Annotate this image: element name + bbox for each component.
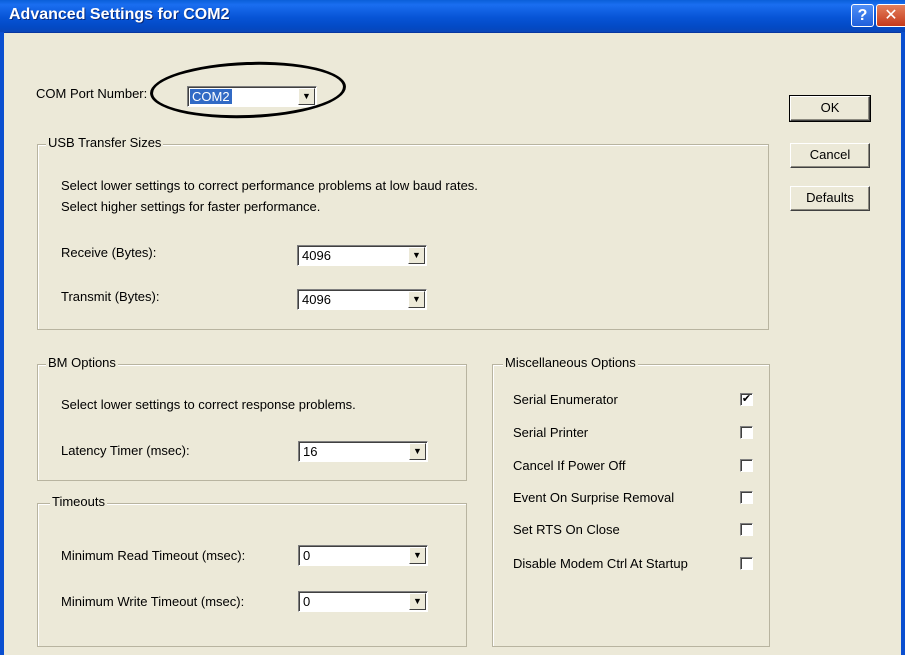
chevron-down-icon[interactable]: ▼ — [409, 547, 426, 564]
min-write-timeout-select[interactable]: 0 ▼ — [298, 591, 428, 612]
cancel-button[interactable]: Cancel — [790, 143, 870, 168]
transmit-label: Transmit (Bytes): — [61, 289, 160, 304]
window-title: Advanced Settings for COM2 — [9, 6, 230, 23]
bm-options-title: BM Options — [46, 355, 118, 370]
window-frame-right — [901, 32, 905, 655]
misc-option-label: Serial Enumerator — [513, 392, 618, 407]
misc-option-label: Set RTS On Close — [513, 522, 620, 537]
chevron-down-icon[interactable]: ▼ — [409, 593, 426, 610]
window-frame-left — [0, 32, 4, 655]
bm-options-desc: Select lower settings to correct respons… — [61, 397, 356, 412]
transmit-value: 4096 — [302, 292, 331, 307]
min-write-timeout-value: 0 — [303, 594, 311, 609]
serial-enumerator-checkbox[interactable]: ✔ — [740, 393, 753, 406]
min-write-timeout-label: Minimum Write Timeout (msec): — [61, 594, 245, 609]
timeouts-group — [37, 503, 467, 647]
hand-drawn-annotation-circle — [149, 58, 347, 122]
usb-transfer-title: USB Transfer Sizes — [46, 135, 164, 150]
help-icon: ? — [857, 7, 868, 24]
disable-modem-ctrl-checkbox[interactable] — [740, 557, 753, 570]
min-read-timeout-label: Minimum Read Timeout (msec): — [61, 548, 246, 563]
bm-options-group — [37, 364, 467, 481]
min-read-timeout-value: 0 — [303, 548, 311, 563]
defaults-button[interactable]: Defaults — [790, 186, 870, 211]
receive-value: 4096 — [302, 248, 331, 263]
latency-timer-select[interactable]: 16 ▼ — [298, 441, 428, 462]
transmit-select[interactable]: 4096 ▼ — [297, 289, 427, 310]
chevron-down-icon[interactable]: ▼ — [408, 247, 425, 264]
serial-printer-checkbox[interactable] — [740, 426, 753, 439]
misc-option-label: Disable Modem Ctrl At Startup — [513, 556, 688, 571]
set-rts-on-close-checkbox[interactable] — [740, 523, 753, 536]
title-bar[interactable]: Advanced Settings for COM2 ? ✕ — [0, 0, 905, 33]
min-read-timeout-select[interactable]: 0 ▼ — [298, 545, 428, 566]
cancel-if-power-off-checkbox[interactable] — [740, 459, 753, 472]
latency-timer-value: 16 — [303, 444, 318, 459]
help-button[interactable]: ? — [851, 4, 874, 27]
timeouts-title: Timeouts — [50, 494, 107, 509]
misc-option-label: Event On Surprise Removal — [513, 490, 675, 505]
usb-transfer-desc-1: Select lower settings to correct perform… — [61, 178, 478, 193]
chevron-down-icon[interactable]: ▼ — [409, 443, 426, 460]
misc-options-title: Miscellaneous Options — [503, 355, 638, 370]
receive-label: Receive (Bytes): — [61, 245, 157, 260]
misc-option-label: Cancel If Power Off — [513, 458, 626, 473]
event-on-surprise-removal-checkbox[interactable] — [740, 491, 753, 504]
close-icon: ✕ — [884, 7, 898, 24]
receive-select[interactable]: 4096 ▼ — [297, 245, 427, 266]
misc-option-label: Serial Printer — [513, 425, 589, 440]
ok-button[interactable]: OK — [789, 95, 871, 122]
check-mark-icon: ✔ — [741, 393, 752, 405]
com-port-label: COM Port Number: — [36, 86, 148, 101]
usb-transfer-desc-2: Select higher settings for faster perfor… — [61, 199, 321, 214]
close-button[interactable]: ✕ — [876, 4, 905, 27]
chevron-down-icon[interactable]: ▼ — [408, 291, 425, 308]
latency-timer-label: Latency Timer (msec): — [61, 443, 190, 458]
